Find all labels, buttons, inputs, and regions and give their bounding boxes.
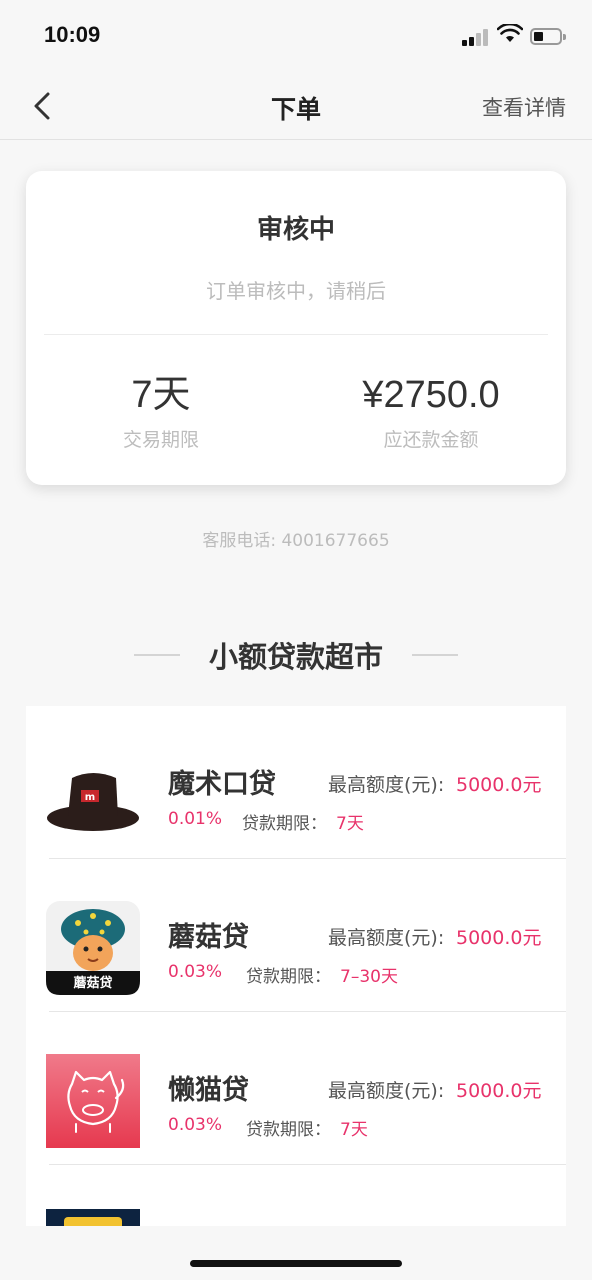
loan-term-label: 贷款期限：	[246, 967, 331, 987]
mushroom-icon: 蘑菇贷	[46, 901, 140, 995]
loan-term-value: 7天	[336, 814, 364, 834]
battery-icon	[530, 28, 566, 45]
loan-item-partial[interactable]	[26, 1165, 566, 1226]
section-header: 小额贷款超市	[0, 632, 592, 676]
loan-name: 魔术口贷	[168, 769, 276, 800]
section-title: 小额贷款超市	[208, 640, 383, 674]
loan-term-value: 7天	[340, 1120, 368, 1140]
order-status-title: 审核中	[256, 215, 335, 245]
nav-bar: 下单 查看详情	[0, 72, 592, 140]
loan-term-label: 贷款期限：	[242, 814, 327, 834]
service-phone[interactable]: 客服电话: 4001677665	[0, 526, 592, 551]
magic-hat-icon: m	[47, 773, 139, 831]
card-divider	[44, 334, 548, 335]
term-stat: 7天 交易期限	[26, 371, 296, 452]
amount-stat: ¥2750.0 应还款金额	[296, 371, 566, 452]
order-status-subtitle: 订单审核中，请稍后	[206, 279, 386, 303]
status-bar: 10:09	[0, 0, 592, 72]
loan-name: 蘑菇贷	[168, 922, 249, 953]
loan-list: m 魔术口贷 最高额度(元): 5000.0元 0.01% 贷款期限： 7天 蘑…	[26, 706, 566, 1226]
loan-limit-label: 最高额度(元):	[328, 927, 445, 949]
view-details-link[interactable]: 查看详情	[482, 92, 566, 122]
loan-item-moguxdai[interactable]: 蘑菇贷 蘑菇贷 最高额度(元): 5000.0元 0.03% 贷款期限： 7–3…	[26, 859, 566, 1012]
signal-icon	[462, 28, 490, 46]
home-indicator	[190, 1260, 402, 1267]
status-time: 10:09	[44, 22, 101, 47]
section-line-right	[412, 654, 458, 656]
wifi-icon	[497, 24, 523, 42]
app-logo-icon	[46, 1209, 140, 1226]
loan-rate: 0.01%	[168, 809, 223, 829]
loan-limit-label: 最高额度(元):	[328, 1080, 445, 1102]
loan-name: 懒猫贷	[168, 1075, 249, 1106]
loan-item-lanmaodai[interactable]: 懒猫贷 最高额度(元): 5000.0元 0.03% 贷款期限： 7天	[26, 1012, 566, 1165]
order-status-card: 审核中 订单审核中，请稍后 7天 交易期限 ¥2750.0 应还款金额	[26, 171, 566, 485]
loan-rate: 0.03%	[168, 1115, 223, 1135]
lucky-cat-icon	[46, 1054, 140, 1148]
term-label: 交易期限	[122, 429, 199, 451]
loan-limit-value: 5000.0元	[456, 774, 542, 796]
term-value: 7天	[131, 374, 191, 416]
loan-term-label: 贷款期限：	[246, 1120, 331, 1140]
amount-label: 应还款金额	[383, 429, 479, 451]
svg-text:m: m	[85, 792, 95, 803]
loan-rate: 0.03%	[168, 962, 223, 982]
svg-text:蘑菇贷: 蘑菇贷	[73, 975, 112, 991]
loan-item-mofukoudai[interactable]: m 魔术口贷 最高额度(元): 5000.0元 0.01% 贷款期限： 7天	[26, 706, 566, 859]
loan-limit-value: 5000.0元	[456, 927, 542, 949]
loan-limit-value: 5000.0元	[456, 1080, 542, 1102]
loan-limit-label: 最高额度(元):	[328, 774, 445, 796]
loan-term-value: 7–30天	[340, 967, 398, 987]
amount-value: ¥2750.0	[362, 374, 500, 416]
